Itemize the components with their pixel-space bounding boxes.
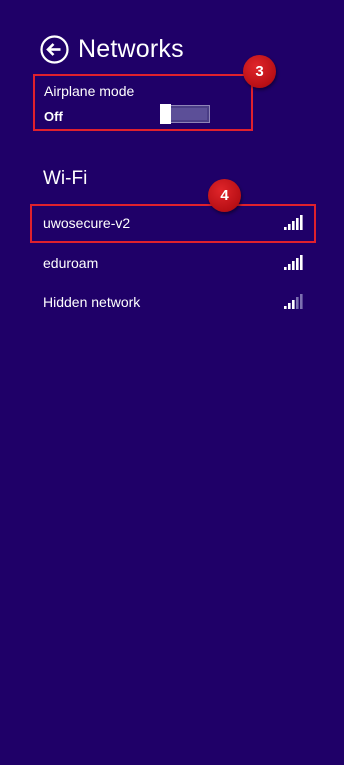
airplane-mode-label: Airplane mode <box>44 83 135 99</box>
header: Networks <box>40 33 184 65</box>
page-title: Networks <box>78 35 184 63</box>
signal-bar <box>292 261 295 270</box>
wifi-heading: Wi-Fi <box>43 168 88 189</box>
network-name: uwosecure-v2 <box>43 215 131 231</box>
signal-bar <box>292 221 295 230</box>
signal-bar <box>296 258 299 270</box>
signal-bar <box>296 297 299 309</box>
signal-bar <box>288 303 291 309</box>
network-name: Hidden network <box>43 294 141 310</box>
airplane-mode-state: Off <box>44 109 63 124</box>
wifi-signal-icon <box>284 255 303 270</box>
network-item-uwosecure-v2[interactable]: uwosecure-v2 <box>30 204 316 243</box>
network-list: uwosecure-v2 eduroam Hidden network <box>30 204 316 322</box>
signal-bar <box>288 264 291 270</box>
network-name: eduroam <box>43 255 99 271</box>
signal-bar <box>284 227 287 230</box>
signal-bar <box>300 215 303 230</box>
signal-bar <box>288 224 291 230</box>
step-badge-3: 3 <box>243 55 276 88</box>
network-item-hidden-network[interactable]: Hidden network <box>30 283 316 321</box>
signal-bar <box>284 267 287 270</box>
airplane-mode-toggle[interactable] <box>160 104 210 124</box>
signal-bar <box>296 218 299 230</box>
signal-bar <box>292 300 295 309</box>
signal-bar <box>300 294 303 309</box>
airplane-mode-setting: Airplane mode Off <box>33 74 253 131</box>
step-badge-4: 4 <box>208 179 241 212</box>
network-item-eduroam[interactable]: eduroam <box>30 244 316 282</box>
back-arrow-circle-icon[interactable] <box>40 34 69 64</box>
signal-bar <box>284 306 287 309</box>
wifi-signal-icon <box>284 215 303 230</box>
signal-bar <box>300 255 303 270</box>
wifi-signal-icon <box>284 294 303 309</box>
toggle-knob[interactable] <box>160 104 171 124</box>
